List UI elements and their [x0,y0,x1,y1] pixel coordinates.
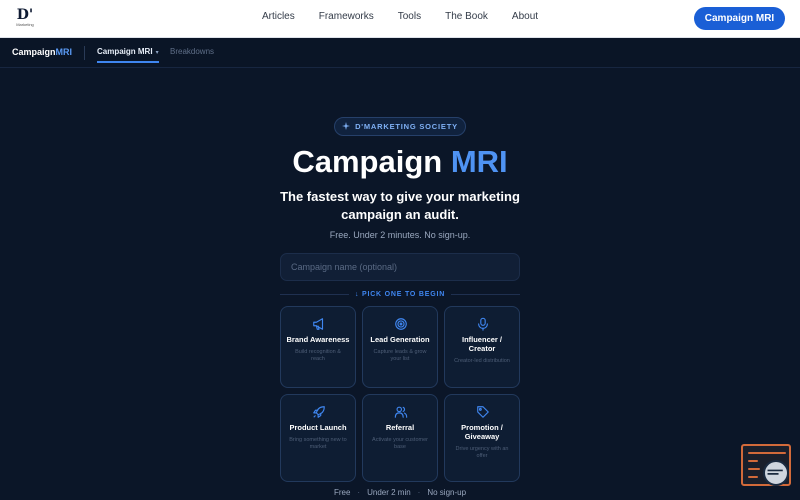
logo-sub: Marketing [16,22,34,27]
nav-about[interactable]: About [512,11,538,22]
card-title: Referral [385,423,415,432]
card-desc: Creator-led distribution [454,358,510,364]
brand-main: Campaign [12,47,56,57]
subnav-brand[interactable]: CampaignMRI [12,47,72,57]
subnav-divider [84,46,85,60]
sub-nav: CampaignMRI Campaign MRI ▾ Breakdowns [0,38,800,68]
trust-free: Free [333,488,351,497]
society-badge: D'MARKETING SOCIETY [334,117,466,136]
card-influencer-creator[interactable]: Influencer / Creator Creator-led distrib… [444,306,520,388]
title-main: Campaign [292,144,443,179]
tab-campaign-mri[interactable]: Campaign MRI ▾ [97,47,159,63]
rocket-icon [312,405,326,419]
hero-note: Free. Under 2 minutes. No sign-up. [329,230,471,240]
card-title: Brand Awareness [286,335,350,344]
sparkle-icon [342,121,351,132]
page-title: Campaign MRI [0,144,800,180]
nav-tools[interactable]: Tools [398,11,421,22]
trust-separator: · [417,488,421,497]
widget-line [748,460,758,462]
card-promotion-giveaway[interactable]: Promotion / Giveaway Drive urgency with … [444,394,520,482]
nav-frameworks[interactable]: Frameworks [319,11,374,22]
title-accent: MRI [450,144,508,179]
trust-time: Under 2 min [367,488,411,497]
target-icon [394,317,408,331]
card-desc: Capture leads & grow your list [373,349,427,362]
campaign-name-input[interactable] [280,253,520,281]
tag-icon [476,405,490,419]
card-desc: Build recognition & reach [295,349,341,362]
card-desc: Activate your customer base [372,437,428,450]
nav-articles[interactable]: Articles [262,11,295,22]
hero-subtitle: The fastest way to give your marketing c… [280,189,520,222]
widget-line [748,452,786,454]
top-nav: D' Marketing Articles Frameworks Tools T… [0,0,800,38]
nav-the-book[interactable]: The Book [445,11,488,22]
divider-line-right [451,293,521,295]
tab-breakdowns[interactable]: Breakdowns [170,47,214,56]
users-icon [394,405,408,419]
card-referral[interactable]: Referral Activate your customer base [362,394,438,482]
card-title: Product Launch [289,423,347,432]
widget-line [748,468,760,470]
trust-signup: No sign-up [427,488,467,497]
divider-line-left [280,293,349,295]
main-nav: Articles Frameworks Tools The Book About [0,11,800,22]
card-product-launch[interactable]: Product Launch Bring something new to ma… [280,394,356,482]
society-badge-label: D'MARKETING SOCIETY [355,122,458,131]
card-title: Promotion / Giveaway [461,423,503,441]
card-desc: Bring something new to market [289,437,347,450]
chat-avatar-icon [763,460,789,486]
megaphone-icon [312,317,326,331]
widget-line [748,476,758,478]
pick-label: ↓ PICK ONE TO BEGIN [354,290,446,298]
tab-campaign-mri-label: Campaign MRI [97,47,153,56]
card-desc: Drive urgency with an offer [455,446,509,459]
pick-divider: ↓ PICK ONE TO BEGIN [280,289,521,299]
campaign-mri-cta-button[interactable]: Campaign MRI [694,7,785,30]
trust-separator: · [357,488,361,497]
card-brand-awareness[interactable]: Brand Awareness Build recognition & reac… [280,306,356,388]
card-title: Lead Generation [370,335,430,344]
brand-accent: MRI [55,47,73,57]
card-title: Influencer / Creator [461,335,502,353]
trust-row: Free · Under 2 min · No sign-up [0,488,800,497]
chevron-down-icon: ▾ [155,50,159,56]
chat-widget-button[interactable] [741,444,791,486]
microphone-icon [476,317,490,331]
card-lead-generation[interactable]: Lead Generation Capture leads & grow you… [362,306,438,388]
